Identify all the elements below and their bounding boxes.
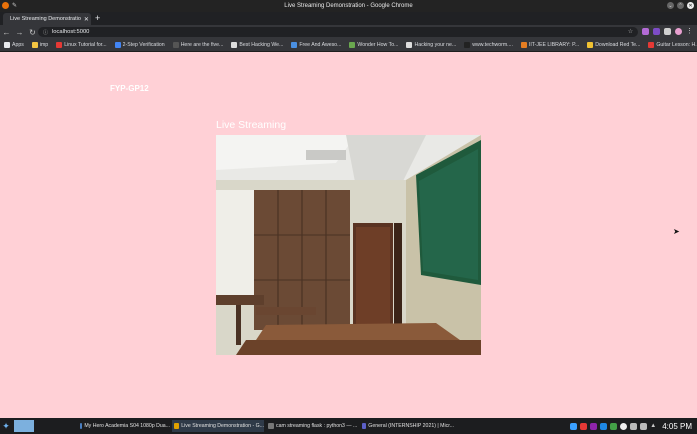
- taskbar: ✦ My Hero Academia S04 1080p Dua... Live …: [0, 418, 697, 434]
- bookmark-favicon-icon: [172, 42, 179, 48]
- site-brand[interactable]: FYP-GP12: [110, 84, 149, 93]
- bookmark-label: Best Hacking We...: [239, 42, 284, 48]
- workspace-switcher[interactable]: [14, 420, 34, 432]
- skype-icon[interactable]: [620, 422, 628, 430]
- taskbar-task[interactable]: cam streaming flask : python3 — ...: [266, 420, 358, 432]
- bookmark-item[interactable]: Here are the five...: [172, 42, 224, 48]
- teams-tray-icon[interactable]: [590, 422, 598, 430]
- extensions-area: ⋮: [642, 28, 693, 35]
- window-title: Live Streaming Demonstration - Google Ch…: [284, 3, 413, 9]
- taskbar-task[interactable]: Live Streaming Demonstration - G...: [172, 420, 264, 432]
- maximize-icon[interactable]: ⌃: [677, 2, 684, 9]
- bookmark-label: Guitar Lesson: H...: [656, 42, 697, 48]
- volume-icon[interactable]: [640, 422, 648, 430]
- bookmark-item[interactable]: www.techworm....: [464, 42, 513, 48]
- clock[interactable]: 4:05 PM: [662, 422, 692, 431]
- address-url: localhost:5000: [52, 29, 90, 35]
- taskbar-task[interactable]: My Hero Academia S04 1080p Dua...: [78, 420, 170, 432]
- bookmark-favicon-icon: [349, 42, 356, 48]
- tab-label: Live Streaming Demonstratio: [10, 16, 81, 22]
- video-file-icon: [80, 423, 83, 429]
- update-tray-icon[interactable]: [610, 422, 618, 430]
- bookmark-label: 2-Step Verification: [122, 42, 165, 48]
- bookmark-favicon-icon: [114, 42, 121, 48]
- back-icon[interactable]: ←: [0, 28, 13, 37]
- bookmark-star-icon[interactable]: ☆: [628, 29, 633, 35]
- terminal-icon: [268, 423, 274, 429]
- bookmark-item[interactable]: Download Red Te...: [587, 42, 640, 48]
- drive-tray-icon[interactable]: [600, 422, 608, 430]
- network-icon[interactable]: [630, 422, 638, 430]
- teams-icon: [362, 423, 367, 429]
- system-tray: ▲ 4:05 PM: [570, 420, 694, 432]
- bookmark-item[interactable]: Wonder How To...: [349, 42, 398, 48]
- bookmark-label: Download Red Te...: [595, 42, 641, 48]
- start-menu-icon[interactable]: ✦: [0, 418, 12, 434]
- browser-tab[interactable]: Live Streaming Demonstratio ✕: [3, 13, 91, 25]
- bookmark-favicon-icon: [587, 42, 594, 48]
- bookmark-favicon-icon: [520, 42, 527, 48]
- bookmark-favicon-icon: [464, 42, 471, 48]
- bookmark-label: Here are the five...: [180, 42, 224, 48]
- bookmark-favicon-icon: [291, 42, 298, 48]
- bookmark-favicon-icon: [406, 42, 413, 48]
- minimize-icon[interactable]: ⌄: [667, 2, 674, 9]
- profile-avatar[interactable]: [675, 28, 682, 35]
- bookmark-item[interactable]: 2-Step Verification: [114, 42, 165, 48]
- bookmark-favicon-icon: [31, 42, 38, 48]
- bookmark-item[interactable]: IIT-JEE LIBRARY: P...: [520, 42, 580, 48]
- bookmark-item[interactable]: Linux Tutorial for...: [56, 42, 107, 48]
- tab-close-icon[interactable]: ✕: [84, 16, 89, 23]
- window-titlebar: ✎ Live Streaming Demonstration - Google …: [0, 0, 697, 12]
- bookmark-favicon-icon: [4, 42, 10, 48]
- menu-kebab-icon[interactable]: ⋮: [686, 28, 693, 35]
- bookmark-favicon-icon: [648, 42, 655, 48]
- bookmarks-bar: Apps imp Linux Tutorial for... 2-Step Verif…: [0, 39, 697, 52]
- bookmark-label: Apps: [12, 42, 24, 48]
- new-tab-button[interactable]: +: [95, 13, 100, 24]
- tab-strip: Live Streaming Demonstratio ✕ +: [0, 12, 697, 25]
- live-video-frame: [216, 135, 481, 355]
- bookmark-item[interactable]: Hacking your ne...: [406, 42, 456, 48]
- browser-toolbar: ← → ↻ ⓘ localhost:5000 ☆ ⋮: [0, 25, 697, 39]
- bookmark-label: Free And Aweso...: [299, 42, 342, 48]
- bookmark-favicon-icon: [231, 42, 238, 48]
- bookmark-label: www.techworm....: [472, 42, 513, 48]
- bookmark-item[interactable]: Apps: [4, 42, 24, 48]
- forward-icon[interactable]: →: [13, 28, 26, 37]
- bookmark-label: Linux Tutorial for...: [64, 42, 107, 48]
- mouse-cursor-icon: ➤: [673, 227, 680, 236]
- taskbar-task[interactable]: General (INTERNSHIP 2021) | Micr...: [360, 420, 454, 432]
- tray-expand-icon[interactable]: ▲: [650, 423, 656, 429]
- bookmark-favicon-icon: [56, 42, 63, 48]
- extension-pen-icon[interactable]: [642, 28, 649, 35]
- extension-violet-icon[interactable]: [653, 28, 660, 35]
- taskbar-task-label: My Hero Academia S04 1080p Dua...: [84, 423, 170, 429]
- close-window-icon[interactable]: ✕: [687, 2, 694, 9]
- desktop-screen: ✎ Live Streaming Demonstration - Google …: [0, 0, 697, 434]
- taskbar-task-label: General (INTERNSHIP 2021) | Micr...: [368, 423, 454, 429]
- bookmark-item[interactable]: Best Hacking We...: [231, 42, 283, 48]
- info-icon[interactable]: ⓘ: [43, 29, 48, 36]
- bookmark-label: IIT-JEE LIBRARY: P...: [528, 42, 580, 48]
- page-heading: Live Streaming: [216, 119, 287, 131]
- taskbar-task-label: cam streaming flask : python3 — ...: [276, 423, 358, 429]
- taskbar-task-label: Live Streaming Demonstration - G...: [181, 423, 264, 429]
- bookmark-label: imp: [39, 42, 49, 48]
- web-page: FYP-GP12 Live Streaming ➤: [0, 53, 697, 418]
- bookmark-label: Wonder How To...: [357, 42, 399, 48]
- address-bar[interactable]: ⓘ localhost:5000 ☆: [38, 27, 638, 37]
- bluetooth-icon[interactable]: [570, 422, 578, 430]
- extensions-puzzle-icon[interactable]: [664, 28, 671, 35]
- chrome-icon: [174, 423, 180, 429]
- bookmark-item[interactable]: imp: [31, 42, 49, 48]
- bookmark-label: Hacking your ne...: [414, 42, 457, 48]
- bookmark-item[interactable]: Free And Aweso...: [291, 42, 341, 48]
- app-tray-icon[interactable]: [580, 422, 588, 430]
- bookmark-item[interactable]: Guitar Lesson: H...: [648, 42, 697, 48]
